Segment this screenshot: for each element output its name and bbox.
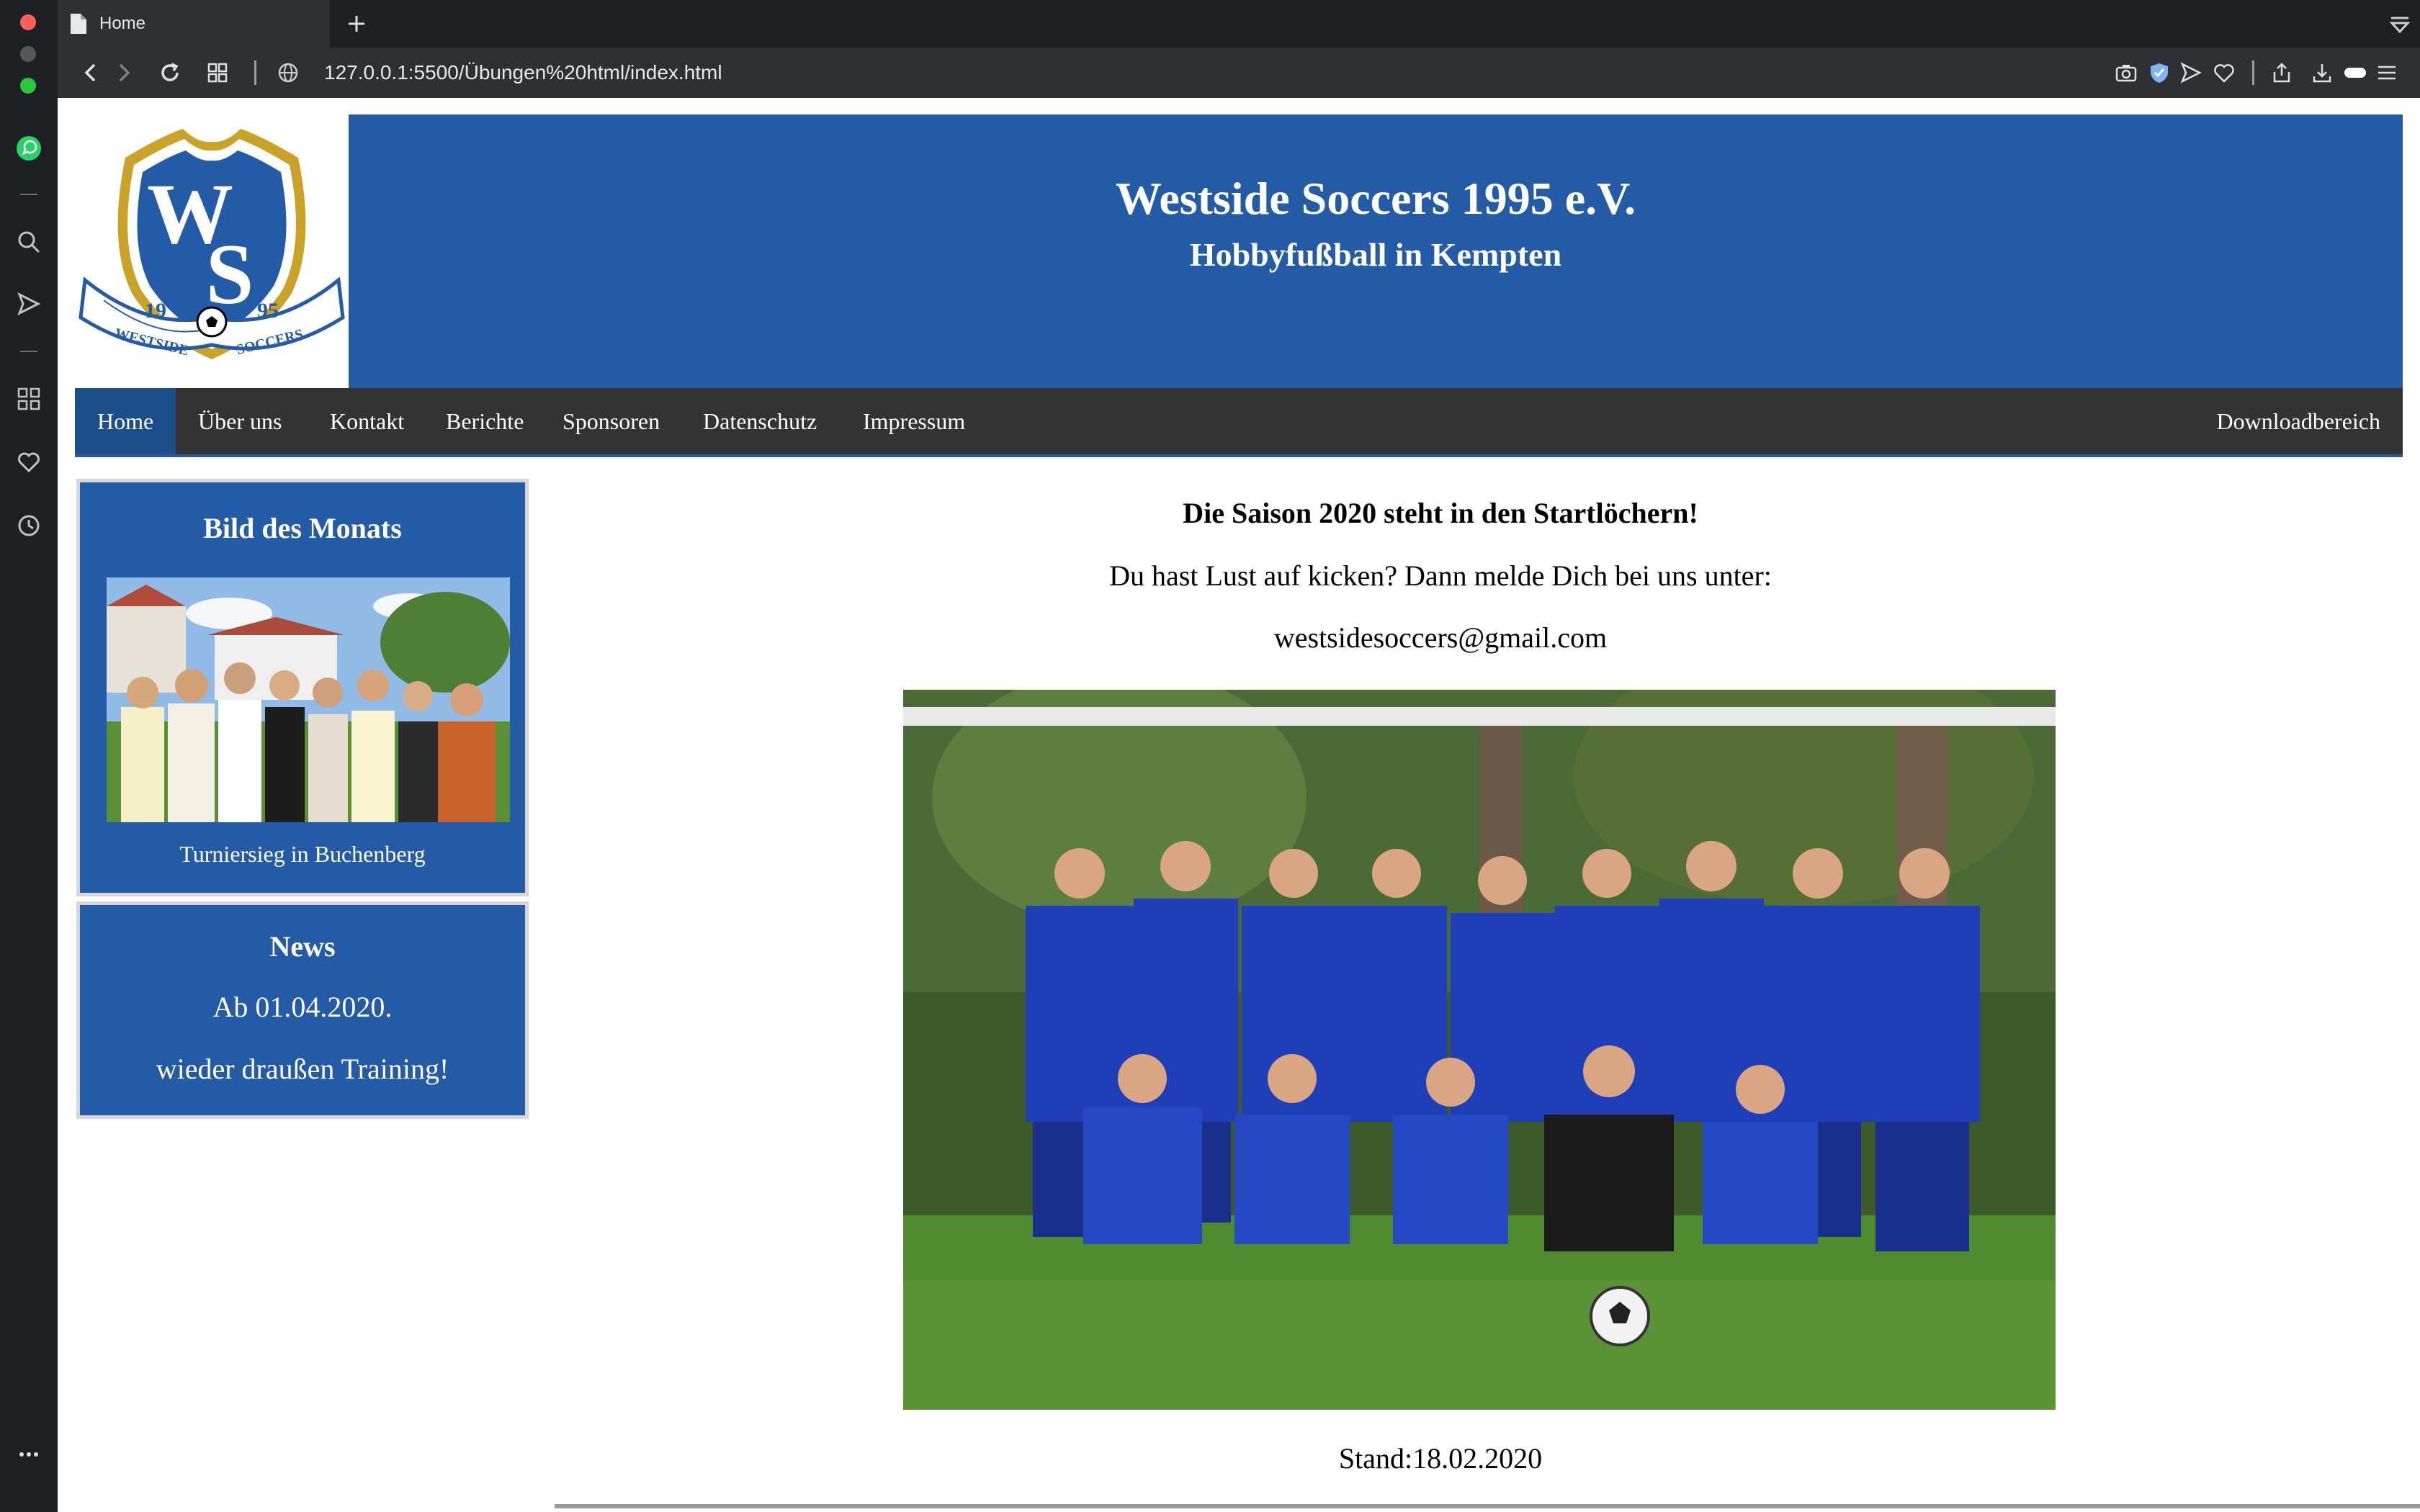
picture-of-month-box: Bild des Monats Turniersieg in Buchenber… — [76, 479, 529, 896]
back-button[interactable] — [76, 58, 105, 87]
club-logo: W S 19 95 WESTSIDE SOCCERS — [75, 114, 349, 388]
battery-icon[interactable] — [2341, 58, 2370, 87]
content-divider — [555, 1504, 2420, 1508]
nav-berichte[interactable]: Berichte — [424, 388, 546, 454]
send-icon[interactable] — [2177, 58, 2205, 87]
news-line-2: wieder draußen Training! — [156, 1053, 449, 1085]
forward-button[interactable] — [109, 58, 138, 87]
season-headline: Die Saison 2020 steht in den Startlöcher… — [1183, 497, 1698, 529]
nav-datenschutz[interactable]: Datenschutz — [681, 388, 839, 454]
nav-sponsoren[interactable]: Sponsoren — [540, 388, 682, 454]
send-icon[interactable] — [14, 289, 43, 318]
picture-of-month-photo[interactable] — [107, 577, 510, 822]
browser-viewport: W S 19 95 WESTSIDE SOCCERS Westside Socc… — [58, 98, 2420, 1512]
camera-icon[interactable] — [2112, 58, 2141, 87]
apps-grid-icon[interactable] — [14, 384, 43, 413]
menu-icon[interactable] — [2372, 58, 2401, 87]
new-tab-button[interactable] — [339, 6, 375, 42]
shield-icon[interactable] — [2145, 58, 2174, 87]
history-clock-icon[interactable] — [14, 511, 43, 540]
site-title: Westside Soccers 1995 e.V. — [1115, 173, 1636, 224]
tab-title: Home — [99, 14, 146, 33]
logo-year-right: 95 — [257, 299, 279, 323]
nav-downloadbereich[interactable]: Downloadbereich — [2195, 388, 2403, 454]
close-window-button[interactable] — [20, 14, 36, 30]
nav-impressum[interactable]: Impressum — [841, 388, 987, 454]
rail-divider — [20, 351, 37, 352]
rail-divider — [20, 194, 37, 195]
browser-sidebar — [0, 0, 58, 1512]
tab-bar: Home — [58, 0, 2420, 48]
nav-kontakt[interactable]: Kontakt — [308, 388, 426, 454]
globe-icon — [274, 58, 302, 87]
toolbar-divider — [2252, 60, 2254, 85]
address-bar[interactable]: 127.0.0.1:5500/Übungen%20html/index.html — [324, 60, 722, 86]
more-options-icon[interactable] — [14, 1440, 43, 1469]
heart-icon[interactable] — [2210, 58, 2238, 87]
share-icon[interactable] — [2267, 58, 2296, 87]
news-box: News Ab 01.04.2020. wieder draußen Train… — [76, 901, 529, 1119]
site-banner: Westside Soccers 1995 e.V. Hobbyfußball … — [349, 114, 2403, 388]
document-icon — [69, 13, 88, 35]
invite-text: Du hast Lust auf kicken? Dann melde Dich… — [1109, 559, 1772, 592]
toolbar-divider — [254, 60, 256, 85]
tab-home[interactable]: Home — [58, 0, 330, 48]
nav-home[interactable]: Home — [75, 388, 176, 454]
nav-ueber-uns[interactable]: Über uns — [176, 388, 304, 454]
site-subtitle: Hobbyfußball in Kempten — [1189, 236, 1562, 273]
maximize-window-button[interactable] — [20, 78, 36, 94]
contact-email[interactable]: westsidesoccers@gmail.com — [555, 621, 2326, 654]
web-page: W S 19 95 WESTSIDE SOCCERS Westside Socc… — [58, 98, 2420, 1512]
main-navigation: Home Über uns Kontakt Berichte Sponsoren… — [75, 388, 2403, 457]
whatsapp-icon[interactable] — [14, 134, 43, 163]
reload-button[interactable] — [156, 58, 184, 87]
minimize-window-button[interactable] — [20, 46, 36, 62]
search-icon[interactable] — [14, 228, 43, 256]
team-photo[interactable] — [903, 690, 2056, 1410]
tiles-icon[interactable] — [203, 58, 232, 87]
browser-toolbar: 127.0.0.1:5500/Übungen%20html/index.html — [58, 48, 2420, 98]
news-title: News — [269, 930, 336, 963]
news-line-1: Ab 01.04.2020. — [212, 991, 393, 1023]
heart-icon[interactable] — [14, 448, 43, 477]
tab-menu-icon[interactable] — [2385, 10, 2414, 39]
picture-of-month-caption: Turniersieg in Buchenberg — [179, 841, 426, 867]
last-updated: Stand:18.02.2020 — [1338, 1442, 1543, 1475]
picture-of-month-title: Bild des Monats — [203, 512, 402, 544]
logo-year-left: 19 — [145, 299, 166, 323]
download-icon[interactable] — [2308, 58, 2336, 87]
